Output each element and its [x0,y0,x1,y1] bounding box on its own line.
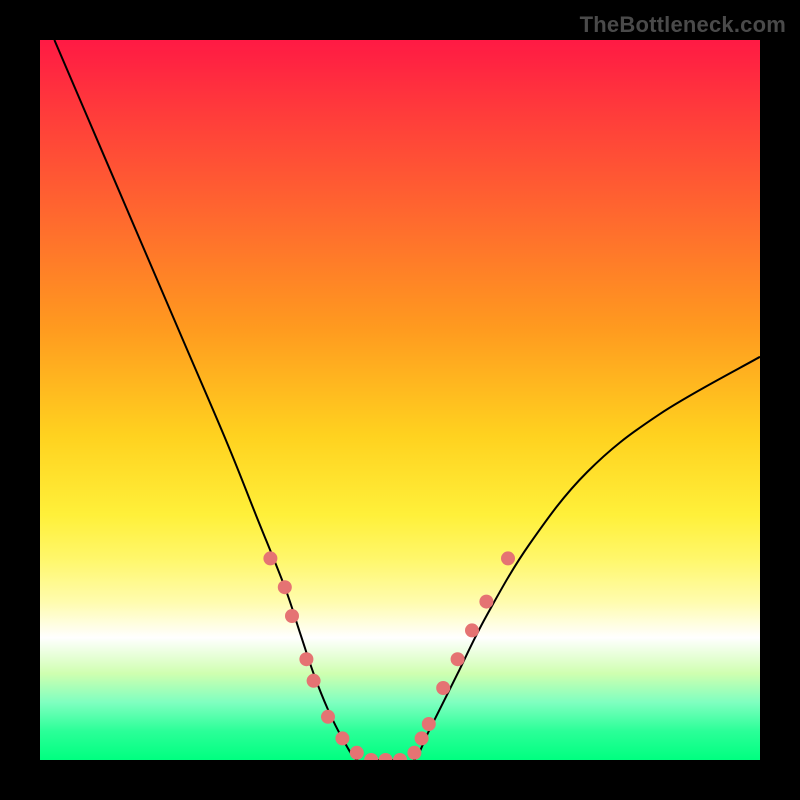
highlight-dot [350,746,364,760]
chart-svg [40,40,760,760]
watermark-text: TheBottleneck.com [580,12,786,38]
highlight-dot [335,731,349,745]
highlight-dot [415,731,429,745]
highlight-dot [407,746,421,760]
highlight-dot [278,580,292,594]
highlight-dot [379,753,393,760]
plot-area [40,40,760,760]
highlight-dot [285,609,299,623]
highlight-dot [321,710,335,724]
bottleneck-curve [54,40,760,760]
highlight-dot [393,753,407,760]
chart-frame: TheBottleneck.com [0,0,800,800]
highlight-dot [479,595,493,609]
highlight-dot [299,652,313,666]
highlight-dot [436,681,450,695]
highlight-dot [422,717,436,731]
highlight-dot [263,551,277,565]
highlight-dot [451,652,465,666]
highlight-dot [501,551,515,565]
highlight-dot [465,623,479,637]
highlight-dot [307,674,321,688]
highlight-dot [364,753,378,760]
scatter-layer [263,551,515,760]
curve-layer [54,40,760,760]
